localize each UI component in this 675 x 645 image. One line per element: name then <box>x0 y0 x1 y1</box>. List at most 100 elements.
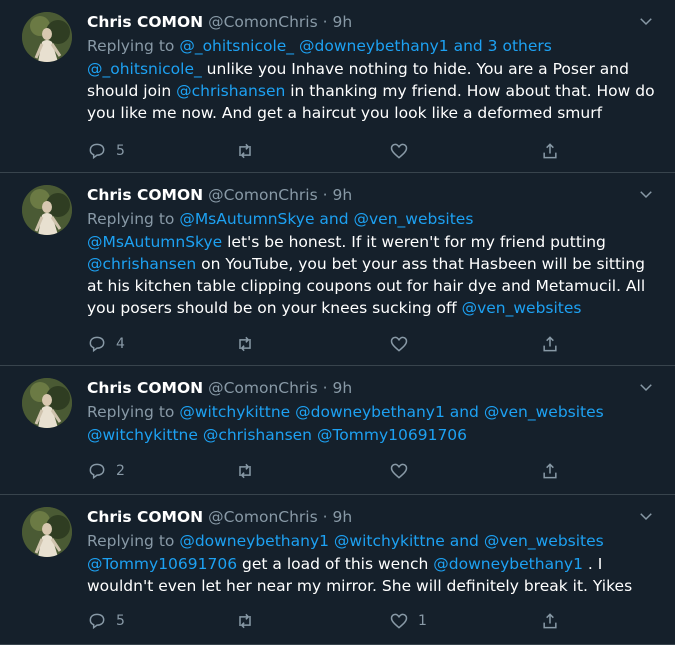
display-name[interactable]: Chris COMON <box>87 508 203 526</box>
reply-button[interactable]: 5 <box>87 139 125 163</box>
reply-icon <box>89 336 105 353</box>
reply-button[interactable]: 4 <box>87 332 125 356</box>
tweet-text: @MsAutumnSkye let's be honest. If it wer… <box>87 231 655 319</box>
text-segment: let's be honest. If it weren't for my fr… <box>222 233 606 251</box>
avatar[interactable] <box>22 378 72 428</box>
mention-link[interactable]: @chrishansen <box>203 426 312 444</box>
mention-link[interactable]: @MsAutumnSkye <box>87 233 222 251</box>
mention-link[interactable]: and <box>445 403 484 421</box>
user-handle[interactable]: @ComonChris <box>208 186 318 204</box>
like-count: 1 <box>418 613 427 629</box>
tweet[interactable]: Chris COMON @ComonChris · 9h Replying to… <box>0 0 675 173</box>
tweet[interactable]: Chris COMON @ComonChris · 9h Replying to… <box>0 366 675 495</box>
mention-link[interactable]: @downeybethany1 <box>295 403 445 421</box>
mention-link[interactable]: and <box>314 210 353 228</box>
avatar[interactable] <box>22 12 72 62</box>
tweet-actions: 5 1 <box>87 609 655 633</box>
tweet[interactable]: Chris COMON @ComonChris · 9h Replying to… <box>0 495 675 645</box>
share-button[interactable] <box>540 459 560 483</box>
mention-link[interactable]: @chrishansen <box>87 255 196 273</box>
tweet[interactable]: Chris COMON @ComonChris · 9h Replying to… <box>0 173 675 366</box>
like-button[interactable] <box>389 332 409 356</box>
text-segment: Replying to <box>87 37 180 55</box>
text-segment: Replying to <box>87 403 180 421</box>
replying-to: Replying to @MsAutumnSkye and @ven_websi… <box>87 207 655 231</box>
reply-count: 4 <box>116 336 125 352</box>
reply-button[interactable]: 5 <box>87 609 125 633</box>
like-button[interactable] <box>389 459 409 483</box>
chevron-down-icon[interactable] <box>637 185 655 203</box>
chevron-down-icon[interactable] <box>637 378 655 396</box>
share-icon <box>543 463 557 479</box>
share-icon <box>543 613 557 629</box>
share-button[interactable] <box>540 139 560 163</box>
mention-link[interactable]: @witchykittne <box>179 403 290 421</box>
reply-icon <box>89 463 105 480</box>
text-segment: Replying to <box>87 210 180 228</box>
mention-link[interactable]: @Tommy10691706 <box>87 555 237 573</box>
tweet-actions: 5 <box>87 139 655 163</box>
replying-to: Replying to @downeybethany1 @witchykittn… <box>87 529 655 553</box>
mention-link[interactable]: @ven_websites <box>484 532 604 550</box>
chevron-down-icon[interactable] <box>637 12 655 30</box>
like-button[interactable]: 1 <box>389 609 427 633</box>
tweet-header: Chris COMON @ComonChris · 9h <box>87 10 655 34</box>
mention-link[interactable]: @ven_websites <box>484 403 604 421</box>
mention-link[interactable]: @witchykittne <box>87 426 198 444</box>
user-handle[interactable]: @ComonChris <box>208 379 318 397</box>
mention-link[interactable]: @ven_websites <box>354 210 474 228</box>
mention-link[interactable]: @MsAutumnSkye <box>179 210 314 228</box>
tweet-actions: 2 <box>87 459 655 483</box>
avatar[interactable] <box>22 185 72 235</box>
timestamp[interactable]: · 9h <box>323 508 353 526</box>
heart-icon <box>390 463 408 479</box>
tweet-header: Chris COMON @ComonChris · 9h <box>87 376 655 400</box>
share-button[interactable] <box>540 332 560 356</box>
timestamp[interactable]: · 9h <box>323 379 353 397</box>
mention-link[interactable]: @witchykittne <box>334 532 445 550</box>
replying-to: Replying to @witchykittne @downeybethany… <box>87 400 655 424</box>
mention-link[interactable]: @_ohitsnicole_ <box>179 37 294 55</box>
mention-link[interactable]: @_ohitsnicole_ <box>87 60 202 78</box>
mention-link[interactable]: @chrishansen <box>176 82 285 100</box>
reply-icon <box>89 613 105 630</box>
chevron-down-icon[interactable] <box>637 507 655 525</box>
retweet-button[interactable] <box>235 609 255 633</box>
mention-link[interactable]: @ven_websites <box>462 299 582 317</box>
share-button[interactable] <box>540 609 560 633</box>
heart-icon <box>390 613 408 629</box>
like-button[interactable] <box>389 139 409 163</box>
timestamp[interactable]: · 9h <box>323 13 353 31</box>
share-icon <box>543 336 557 352</box>
retweet-icon <box>239 463 251 479</box>
tweet-actions: 4 <box>87 332 655 356</box>
share-icon <box>543 143 557 159</box>
retweet-icon <box>239 143 251 159</box>
user-handle[interactable]: @ComonChris <box>208 13 318 31</box>
tweet-header: Chris COMON @ComonChris · 9h <box>87 505 655 529</box>
retweet-button[interactable] <box>235 332 255 356</box>
tweet-header: Chris COMON @ComonChris · 9h <box>87 183 655 207</box>
retweet-button[interactable] <box>235 139 255 163</box>
timeline: Chris COMON @ComonChris · 9h Replying to… <box>0 0 675 645</box>
timestamp[interactable]: · 9h <box>323 186 353 204</box>
reply-button[interactable]: 2 <box>87 459 125 483</box>
tweet-text: @witchykittne @chrishansen @Tommy1069170… <box>87 424 655 446</box>
user-handle[interactable]: @ComonChris <box>208 508 318 526</box>
display-name[interactable]: Chris COMON <box>87 13 203 31</box>
heart-icon <box>390 143 408 159</box>
mention-link[interactable]: @downeybethany1 <box>299 37 449 55</box>
mention-link[interactable]: and <box>445 532 484 550</box>
retweet-button[interactable] <box>235 459 255 483</box>
avatar[interactable] <box>22 507 72 557</box>
display-name[interactable]: Chris COMON <box>87 379 203 397</box>
display-name[interactable]: Chris COMON <box>87 186 203 204</box>
mention-link[interactable]: @downeybethany1 <box>179 532 329 550</box>
retweet-icon <box>239 336 251 352</box>
retweet-icon <box>239 613 251 629</box>
heart-icon <box>390 336 408 352</box>
mention-link[interactable]: @Tommy10691706 <box>317 426 467 444</box>
reply-icon <box>89 143 105 160</box>
mention-link[interactable]: and 3 others <box>449 37 552 55</box>
mention-link[interactable]: @downeybethany1 <box>433 555 583 573</box>
